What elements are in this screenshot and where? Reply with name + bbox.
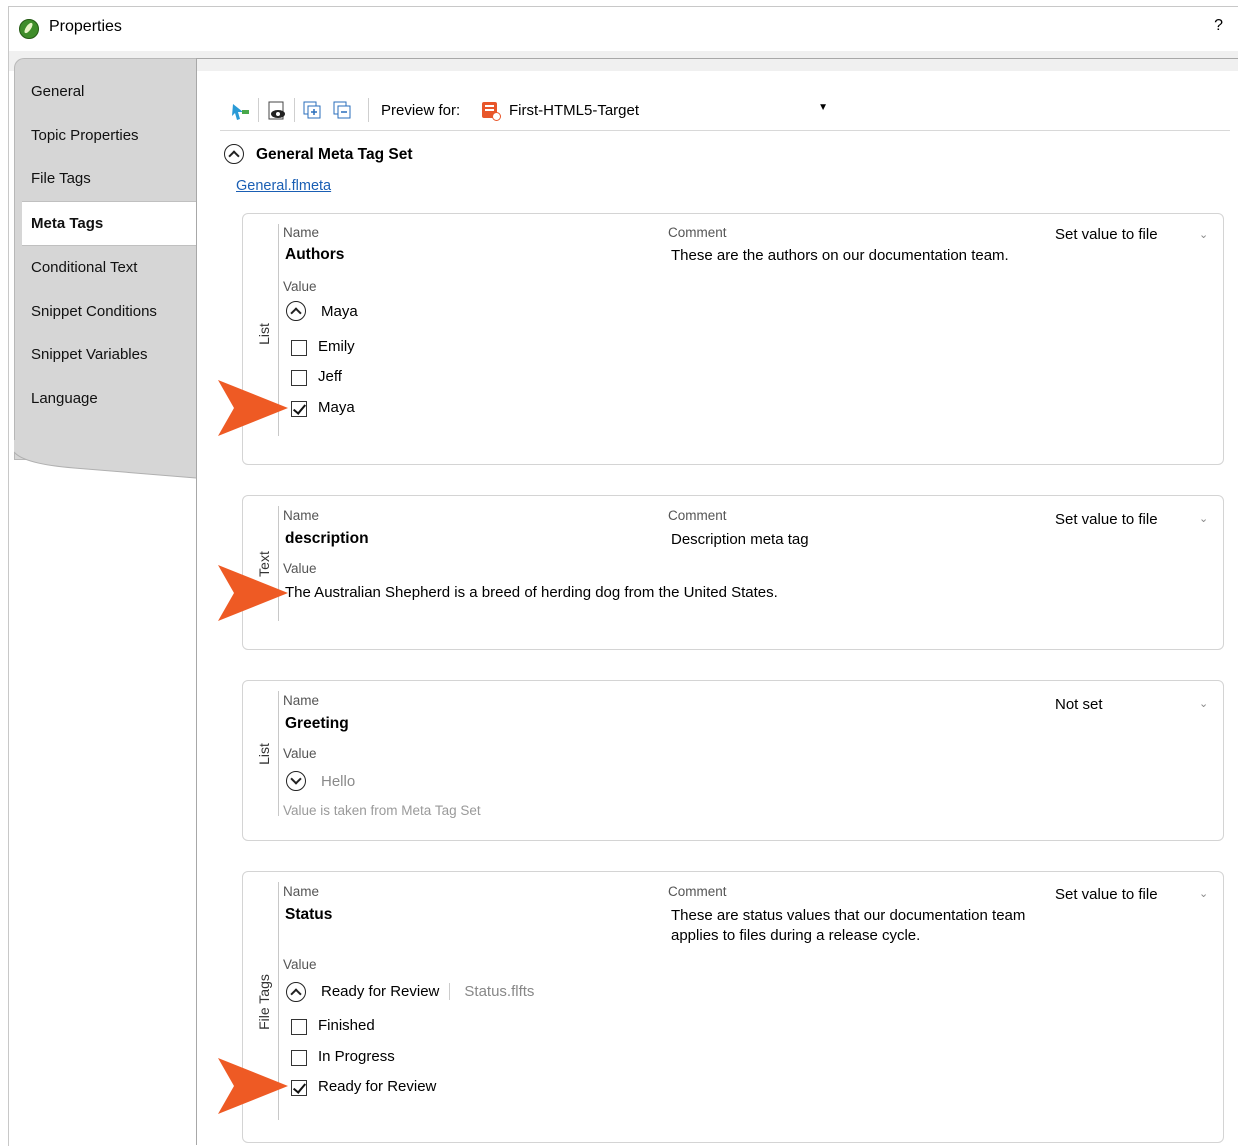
- html5-target-icon: [482, 102, 501, 121]
- tab-snippet-conditions[interactable]: Snippet Conditions: [14, 290, 196, 334]
- value-label: Value: [283, 279, 317, 294]
- sidebar-tabs: General Topic Properties File Tags Meta …: [14, 70, 196, 420]
- help-button[interactable]: ?: [1214, 17, 1223, 35]
- preview-for-label: Preview for:: [381, 102, 461, 119]
- meta-tag-set-file-link[interactable]: General.flmeta: [236, 178, 331, 194]
- meta-tag-card-description: Text Name description Comment Descriptio…: [242, 495, 1224, 650]
- tab-general[interactable]: General: [14, 70, 196, 114]
- preview-target-value: First-HTML5-Target: [509, 102, 640, 119]
- callout-arrow-icon: [218, 380, 288, 436]
- current-value: Hello: [321, 773, 356, 790]
- name-label: Name: [283, 225, 320, 240]
- value-setting-dropdown[interactable]: Not set: [1055, 696, 1103, 713]
- tab-language[interactable]: Language: [14, 377, 196, 421]
- comment-label: Comment: [668, 225, 727, 240]
- chevron-down-icon[interactable]: ⌄: [1199, 228, 1208, 241]
- sidebar-curve: [14, 440, 196, 490]
- callout-arrow-icon: [218, 1058, 288, 1114]
- current-value-row: Ready for Review Status.flfts: [321, 983, 535, 1000]
- current-value: Maya: [321, 303, 358, 320]
- checkbox[interactable]: [291, 340, 307, 356]
- collapse-all-icon[interactable]: [332, 100, 352, 120]
- title-bar: Properties ?: [9, 7, 1238, 51]
- tag-comment: These are status values that our documen…: [671, 907, 1026, 944]
- value-setting-dropdown[interactable]: Set value to file: [1055, 886, 1158, 903]
- tag-name: Status: [285, 906, 333, 923]
- inherited-value-note: Value is taken from Meta Tag Set: [283, 803, 481, 818]
- window-title: Properties: [49, 18, 122, 35]
- preview-target-select[interactable]: First-HTML5-Target ▼: [476, 96, 834, 124]
- collapse-value-icon[interactable]: [286, 982, 306, 1002]
- app-logo-icon: [19, 19, 39, 39]
- name-label: Name: [283, 884, 320, 899]
- chevron-down-icon[interactable]: ⌄: [1199, 512, 1208, 525]
- name-label: Name: [283, 693, 320, 708]
- tab-meta-tags[interactable]: Meta Tags: [22, 200, 196, 246]
- tab-topic-properties[interactable]: Topic Properties: [14, 114, 196, 158]
- expand-value-icon[interactable]: [286, 771, 306, 791]
- tag-name: description: [285, 530, 369, 547]
- card-type-label: List: [256, 742, 272, 765]
- tag-name: Authors: [285, 246, 345, 263]
- tab-snippet-variables[interactable]: Snippet Variables: [14, 333, 196, 377]
- tab-conditional-text[interactable]: Conditional Text: [14, 246, 196, 290]
- tag-name: Greeting: [285, 715, 349, 732]
- checkbox[interactable]: [291, 1050, 307, 1066]
- chevron-down-icon[interactable]: ⌄: [1199, 697, 1208, 710]
- content-top-border: [196, 58, 1238, 59]
- chevron-down-icon[interactable]: ⌄: [1199, 887, 1208, 900]
- apply-icon[interactable]: [230, 100, 250, 120]
- dropdown-caret-icon: ▼: [818, 102, 828, 113]
- collapse-value-icon[interactable]: [286, 301, 306, 321]
- comment-label: Comment: [668, 508, 727, 523]
- comment-label: Comment: [668, 884, 727, 899]
- toolbar: Preview for: First-HTML5-Target ▼: [220, 90, 1230, 131]
- tab-file-tags[interactable]: File Tags: [14, 157, 196, 201]
- checkbox[interactable]: [291, 370, 307, 386]
- callout-arrow-icon: [218, 565, 288, 621]
- value-label: Value: [283, 746, 317, 761]
- value-label: Value: [283, 957, 317, 972]
- expand-all-icon[interactable]: [302, 100, 322, 120]
- meta-tag-card-authors: List Name Authors Comment These are the …: [242, 213, 1224, 465]
- meta-tag-set-title: General Meta Tag Set: [256, 146, 413, 163]
- value-setting-dropdown[interactable]: Set value to file: [1055, 226, 1158, 243]
- current-value: Ready for Review: [321, 983, 440, 1000]
- checkbox-checked[interactable]: [291, 1080, 307, 1096]
- text-value[interactable]: The Australian Shepherd is a breed of he…: [285, 584, 778, 601]
- file-tag-set-reference: Status.flfts: [449, 983, 535, 1000]
- tag-comment: Description meta tag: [671, 531, 809, 548]
- value-setting-dropdown[interactable]: Set value to file: [1055, 511, 1158, 528]
- collapse-set-icon[interactable]: [224, 144, 244, 164]
- name-label: Name: [283, 508, 320, 523]
- tag-comment: These are the authors on our documentati…: [671, 247, 1009, 264]
- preview-eye-icon[interactable]: [266, 100, 286, 120]
- checkbox[interactable]: [291, 1019, 307, 1035]
- meta-tag-card-status: File Tags Name Status Comment These are …: [242, 871, 1224, 1143]
- checkbox-checked[interactable]: [291, 401, 307, 417]
- content-left-border: [196, 58, 197, 1145]
- meta-tag-card-greeting: List Name Greeting Not set ⌄ Value Hello…: [242, 680, 1224, 841]
